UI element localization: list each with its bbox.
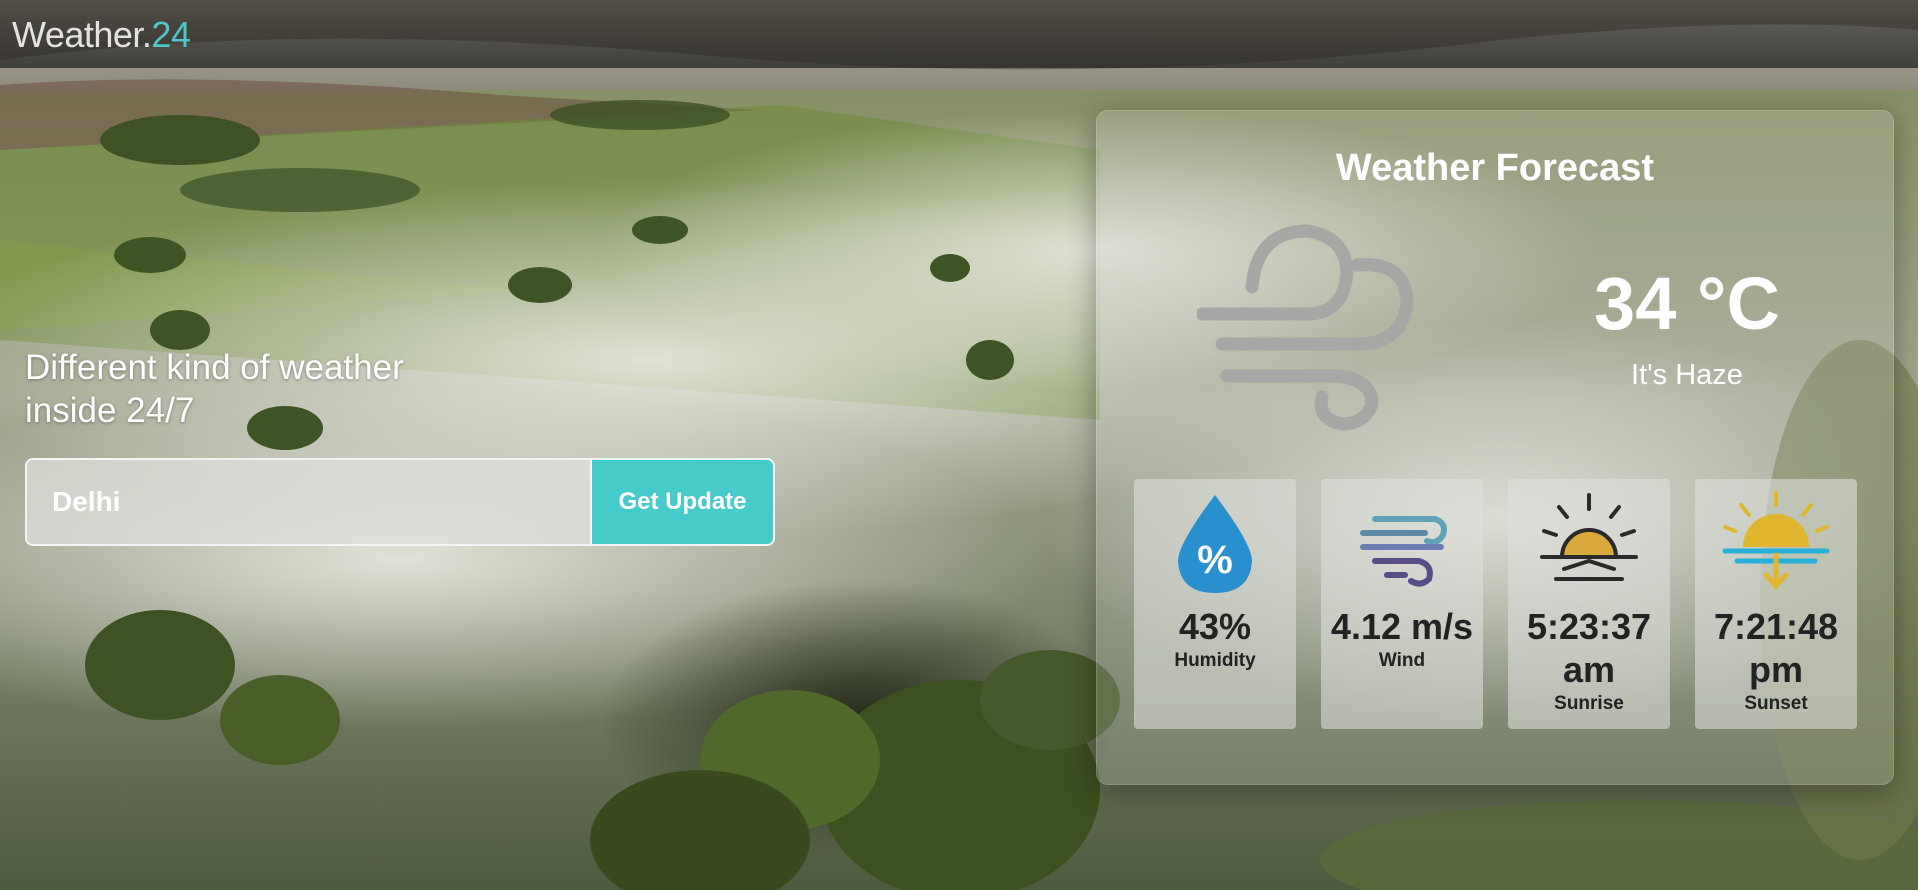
sunrise-icon: [1540, 493, 1638, 581]
brand-name: Weather.: [12, 14, 152, 55]
humidity-label: Humidity: [1174, 650, 1256, 671]
wind-icon: [1197, 224, 1414, 431]
wind-label: Wind: [1378, 650, 1426, 671]
weather-condition: It's Haze: [1631, 359, 1743, 391]
humidity-value: 43%: [1178, 606, 1252, 647]
hero-tagline: Different kind of weather inside 24/7: [25, 346, 495, 432]
sunrise-card: 5:23:37 am Sunrise: [1508, 479, 1670, 729]
temperature-value: 34 °C: [1594, 262, 1780, 345]
brand-accent: 24: [151, 14, 191, 55]
city-search-form: Get Update: [25, 458, 775, 546]
wind-card: 4.12 m/s Wind: [1321, 479, 1483, 729]
humidity-drop-icon: %: [1178, 495, 1252, 593]
hero-line-1: Different kind of weather: [25, 348, 404, 387]
hero-line-2: inside 24/7: [25, 391, 195, 430]
sunset-card: 7:21:48 pm Sunset: [1695, 479, 1857, 729]
card-title: Weather Forecast: [1335, 147, 1655, 189]
top-navbar: Weather.24: [0, 0, 1918, 68]
brand-logo[interactable]: Weather.24: [12, 14, 191, 56]
wind-icon: [1360, 516, 1447, 587]
wind-value: 4.12 m/s: [1330, 606, 1474, 647]
humidity-card: % 43% Humidity: [1134, 479, 1296, 729]
city-search-input[interactable]: [27, 460, 590, 544]
weather-forecast-card: Weather Forecast 34 °C It's Haze % 43% H…: [1096, 110, 1894, 785]
sunset-label: Sunset: [1744, 693, 1808, 714]
svg-text:%: %: [1197, 538, 1233, 582]
sunset-value: 7:21:48 pm: [1713, 606, 1839, 690]
sunrise-label: Sunrise: [1554, 693, 1624, 714]
sunset-icon: [1722, 491, 1830, 590]
sunrise-value: 5:23:37 am: [1526, 606, 1652, 690]
get-update-button[interactable]: Get Update: [590, 460, 773, 544]
